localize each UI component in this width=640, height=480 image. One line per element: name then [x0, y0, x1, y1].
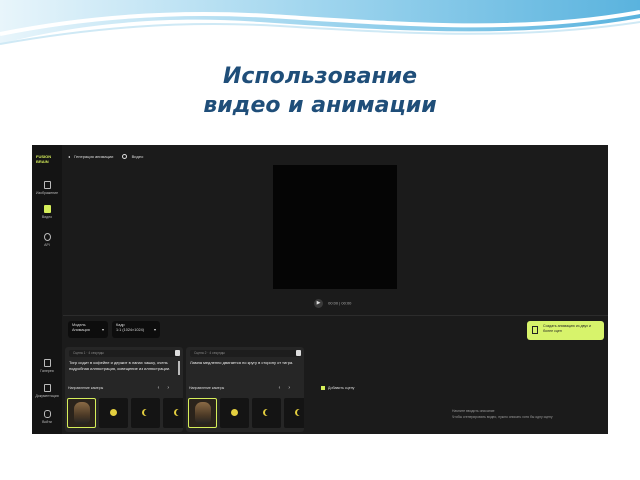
docs-icon — [43, 384, 51, 392]
scene-prompt-input[interactable]: Тигр сидит в кофейне и держит в лапах ча… — [69, 360, 173, 372]
moon-icon — [176, 409, 183, 416]
video-preview — [273, 165, 397, 289]
play-icon[interactable]: ▶ — [314, 299, 323, 308]
tiger-thumbnail-icon — [74, 402, 90, 424]
chevron-left-icon[interactable]: ‹ — [279, 385, 289, 391]
moon-icon — [265, 409, 272, 416]
slide-title-line-1: Использование — [223, 64, 417, 89]
sidebar-item-label: Галерея — [40, 369, 54, 373]
image-icon — [43, 181, 51, 189]
api-icon — [43, 233, 51, 241]
mode-tab-animation[interactable]: Генерация анимации — [74, 154, 113, 159]
moon-icon — [297, 409, 304, 416]
app-logo[interactable]: FUSION BRAIN — [36, 154, 51, 164]
chevron-down-icon: ▾ — [101, 327, 104, 332]
logo-line-2: BRAIN — [36, 159, 49, 164]
scene-prompt-input[interactable]: Лампа медленно двигается по кругу в стор… — [190, 360, 294, 366]
slide-title-line-2: видео и анимации — [203, 93, 437, 118]
scrollbar[interactable] — [178, 361, 180, 375]
camera-nav: ‹› — [158, 385, 177, 391]
delete-icon[interactable] — [296, 350, 301, 356]
scene-header: Сцена 1 · 4 секунды — [69, 350, 179, 357]
sidebar-item-label: Видео — [41, 215, 53, 219]
zoom-icon — [231, 409, 238, 416]
chevron-right-icon[interactable]: › — [167, 385, 177, 391]
model-select[interactable]: Модель Анимация ▾ — [68, 321, 108, 338]
sidebar-item-video[interactable]: Видео — [34, 205, 60, 219]
hint-line-2: Чтобы сгенерировать видео, нужно описать… — [452, 415, 553, 419]
film-icon — [532, 326, 538, 334]
moon-icon — [144, 409, 151, 416]
camera-option-tiger[interactable] — [67, 398, 96, 428]
gallery-icon — [43, 359, 51, 367]
login-icon — [43, 410, 51, 418]
add-scene-label: Добавить сцену — [328, 386, 355, 390]
radio-icon[interactable] — [122, 154, 128, 160]
sidebar-item-api[interactable]: API — [34, 233, 60, 247]
camera-direction-label: Направление камеры — [68, 386, 104, 390]
camera-option[interactable] — [99, 398, 128, 428]
camera-option-tiger[interactable] — [188, 398, 217, 428]
camera-nav: ‹› — [279, 385, 298, 391]
plus-icon — [321, 386, 325, 391]
back-arrow-icon[interactable]: ◂ — [68, 154, 70, 159]
sidebar-item-label: API — [44, 243, 50, 247]
delete-icon[interactable] — [175, 350, 180, 356]
zoom-icon — [110, 409, 117, 416]
sidebar-item-label: Войти — [42, 420, 52, 424]
camera-direction-label: Направление камеры — [189, 386, 225, 390]
sidebar-item-image[interactable]: Изображение — [34, 181, 60, 195]
camera-option[interactable] — [131, 398, 160, 428]
aspect-select-value: 1:1 (1024×1024) — [116, 328, 144, 332]
camera-options — [188, 398, 304, 430]
sidebar-item-login[interactable]: Войти — [34, 410, 60, 424]
slide-title: Использование видео и анимации — [150, 62, 490, 120]
camera-options — [67, 398, 183, 430]
camera-option[interactable] — [252, 398, 281, 428]
player-controls: ▶ 00:00 | 00:00 — [314, 299, 351, 308]
chevron-right-icon[interactable]: › — [288, 385, 298, 391]
scene-header: Сцена 2 · 4 секунды — [190, 350, 300, 357]
chevron-down-icon: ▾ — [153, 327, 156, 332]
chevron-left-icon[interactable]: ‹ — [158, 385, 168, 391]
camera-option[interactable] — [163, 398, 183, 428]
sidebar-item-docs[interactable]: Документация — [34, 384, 60, 398]
scene-card-2: Сцена 2 · 4 секунды Лампа медленно двига… — [186, 347, 304, 432]
app-screenshot: FUSION BRAIN Изображение Видео API Галер… — [32, 145, 608, 434]
mode-tab-video[interactable]: Видео — [132, 154, 144, 159]
decorative-wave-header — [0, 0, 640, 45]
scene-card-1: Сцена 1 · 4 секунды Тигр сидит в кофейне… — [65, 347, 183, 432]
aspect-select[interactable]: Кадр 1:1 (1024×1024) ▾ — [112, 321, 160, 338]
divider — [63, 315, 608, 316]
multi-scene-label: Создать анимацию из двух и более сцен — [543, 324, 592, 333]
model-select-value: Анимация — [72, 328, 90, 332]
player-time: 00:00 | 00:00 — [328, 300, 352, 306]
sidebar: FUSION BRAIN Изображение Видео API Галер… — [32, 145, 62, 434]
camera-option[interactable] — [220, 398, 249, 428]
topbar: ◂ Генерация анимации Видео — [68, 154, 144, 160]
camera-option[interactable] — [284, 398, 304, 428]
sidebar-item-gallery[interactable]: Галерея — [34, 359, 60, 373]
sidebar-item-label: Изображение — [35, 191, 59, 195]
multi-scene-button[interactable]: Создать анимацию из двух и более сцен — [527, 321, 604, 340]
video-icon — [43, 205, 51, 213]
add-scene-button[interactable]: Добавить сцену — [321, 386, 355, 391]
tiger-thumbnail-icon — [195, 402, 211, 424]
sidebar-item-label: Документация — [35, 394, 59, 398]
hint-notes: Начните вводить описание Чтобы сгенериро… — [452, 408, 553, 420]
